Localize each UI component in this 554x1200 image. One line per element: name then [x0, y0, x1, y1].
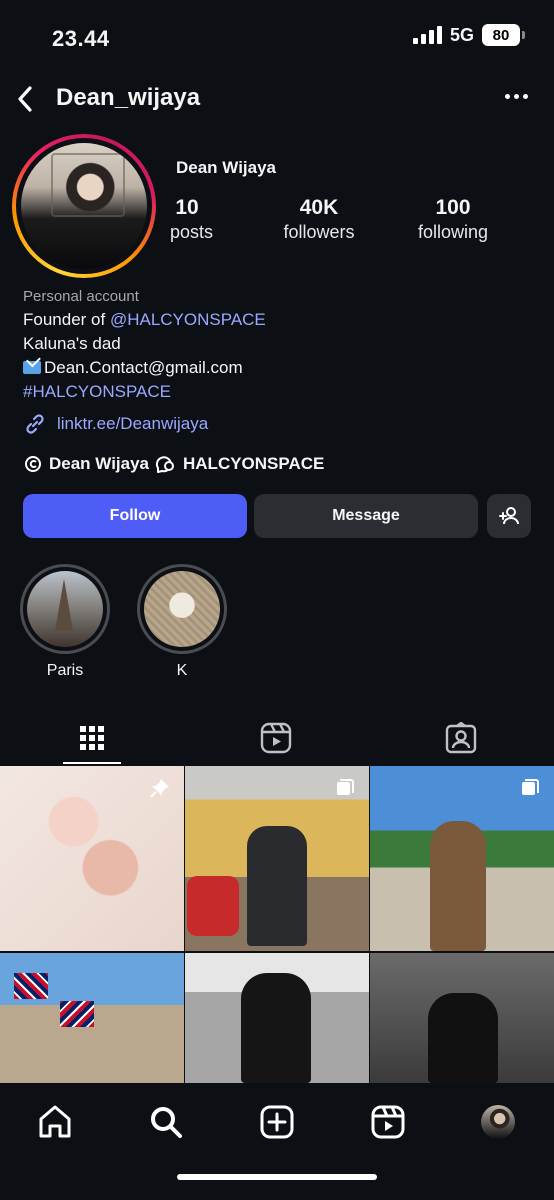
post-thumbnail[interactable] [185, 766, 369, 951]
nav-home[interactable] [35, 1102, 75, 1142]
carousel-icon [337, 779, 354, 795]
header-username: Dean_wijaya [56, 84, 201, 111]
battery-icon: 80 [482, 24, 525, 46]
signal-icon [412, 26, 442, 44]
bottom-navigation [0, 1084, 554, 1200]
nav-create[interactable] [257, 1102, 297, 1142]
profile-tabs [0, 712, 554, 764]
grid-icon [80, 726, 104, 750]
threads-name[interactable]: Dean Wijaya [49, 454, 149, 474]
bio-hashtag-link[interactable]: #HALCYONSPACE [23, 382, 533, 401]
highlight-k-cover [144, 571, 220, 647]
stat-following-label: following [417, 222, 489, 242]
profile-bio: Personal account Founder of @HALCYONSPAC… [23, 288, 533, 401]
threads-community[interactable]: HALCYONSPACE [183, 454, 324, 474]
stat-following[interactable]: 100 following [410, 196, 496, 243]
profile-link[interactable]: linktr.ee/Deanwijaya [23, 412, 208, 436]
stat-posts-label: posts [170, 222, 214, 242]
profile-header: Dean_wijaya [0, 76, 554, 122]
message-button[interactable]: Message [254, 494, 478, 538]
carousel-icon [522, 779, 539, 795]
status-bar: 23.44 5G 80 [0, 0, 554, 76]
home-icon [39, 1105, 71, 1138]
highlight-paris-cover [27, 571, 103, 647]
tab-reels[interactable] [246, 712, 306, 764]
status-time: 23.44 [52, 26, 110, 51]
highlight-paris[interactable]: Paris [20, 564, 110, 680]
follow-button[interactable]: Follow [23, 494, 247, 538]
bio-line-2: Kaluna's dad [23, 334, 121, 353]
bio-mention-link[interactable]: @HALCYONSPACE [110, 310, 266, 329]
back-arrow-icon[interactable] [10, 82, 40, 116]
pin-icon [150, 779, 169, 798]
tab-tagged[interactable] [431, 712, 491, 764]
threads-row: Dean Wijaya HALCYONSPACE [23, 454, 324, 474]
status-right: 5G 80 [412, 24, 525, 46]
bio-email: Dean.Contact@gmail.com [44, 358, 243, 377]
active-tab-indicator [63, 762, 121, 764]
posts-grid [0, 766, 554, 1083]
link-icon [26, 414, 44, 434]
suggested-people-button[interactable] [487, 494, 531, 538]
bio-founder-text: Founder of [23, 310, 110, 329]
highlight-k-label: K [176, 662, 188, 679]
profile-avatar-small [481, 1105, 515, 1139]
community-chat-icon [155, 456, 174, 473]
post-thumbnail[interactable] [370, 953, 554, 1083]
profile-link-text[interactable]: linktr.ee/Deanwijaya [57, 414, 208, 434]
post-thumbnail[interactable] [0, 953, 184, 1083]
stat-posts-count: 10 [175, 196, 199, 219]
search-icon [151, 1107, 182, 1138]
create-post-icon [260, 1105, 294, 1139]
home-indicator [177, 1174, 377, 1180]
network-type: 5G [449, 24, 474, 45]
nav-profile[interactable] [478, 1102, 518, 1142]
stat-posts[interactable]: 10 posts [170, 196, 214, 243]
nav-search[interactable] [146, 1102, 186, 1142]
highlight-k[interactable]: K [137, 564, 227, 680]
add-person-icon [499, 507, 519, 525]
post-thumbnail[interactable] [0, 766, 184, 951]
post-thumbnail[interactable] [185, 953, 369, 1083]
threads-icon[interactable] [23, 454, 43, 474]
tagged-person-icon [445, 722, 477, 754]
display-name: Dean Wijaya [176, 158, 276, 177]
stat-following-count: 100 [435, 196, 471, 219]
nav-reels[interactable] [368, 1102, 408, 1142]
tab-grid[interactable] [62, 712, 122, 764]
envelope-icon [23, 361, 41, 374]
account-category: Personal account [23, 288, 139, 305]
more-options-icon[interactable] [505, 94, 528, 99]
stat-followers-label: followers [283, 222, 355, 242]
highlight-paris-label: Paris [46, 662, 84, 679]
reels-icon [371, 1105, 405, 1139]
bio-line-1: Founder of @HALCYONSPACE [23, 310, 533, 329]
profile-avatar[interactable] [12, 134, 156, 278]
reels-icon [260, 722, 292, 754]
post-thumbnail[interactable] [370, 766, 554, 951]
stat-followers[interactable]: 40K followers [274, 196, 364, 243]
bio-line-3: Dean.Contact@gmail.com [23, 358, 533, 377]
stat-followers-count: 40K [299, 196, 339, 219]
